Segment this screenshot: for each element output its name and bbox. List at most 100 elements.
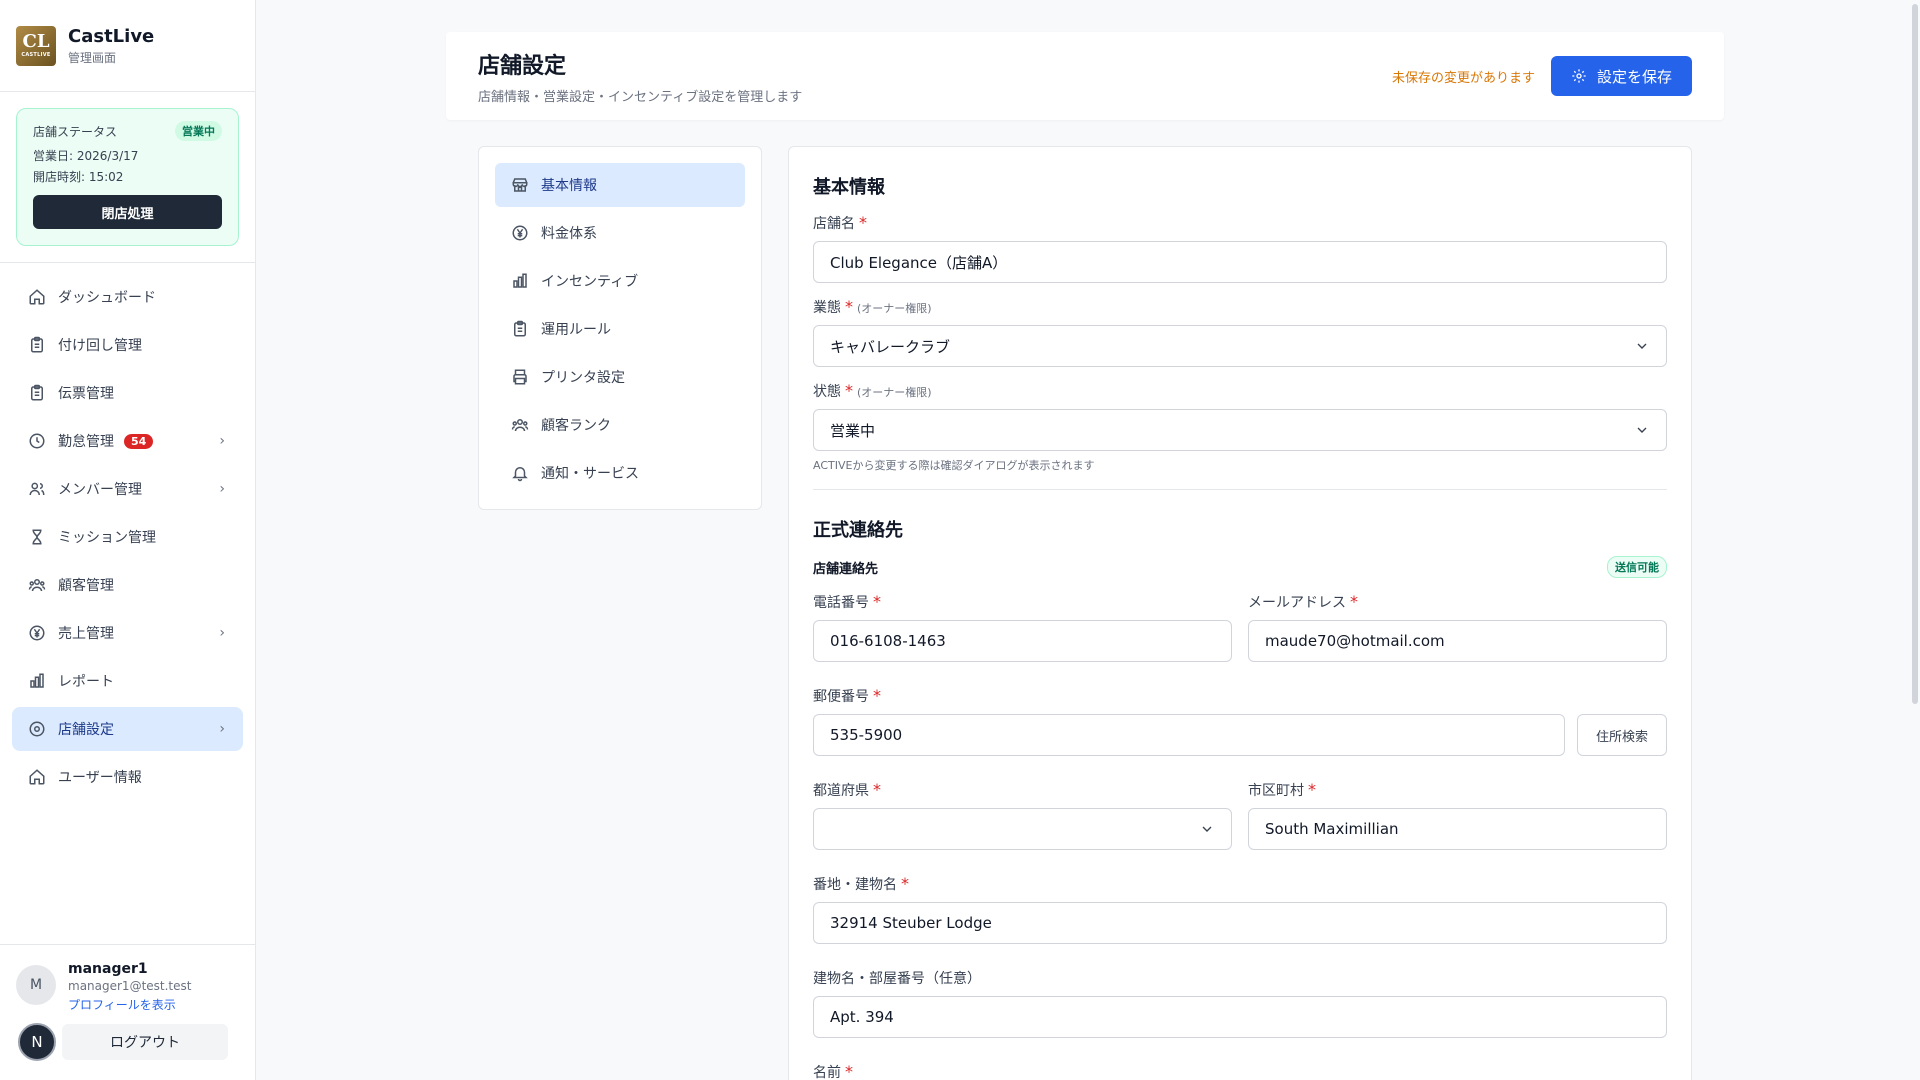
required-mark: * [873, 592, 881, 611]
prefecture-select[interactable] [813, 808, 1232, 850]
city-input[interactable]: South Maximillian [1248, 808, 1667, 850]
owner-permission-note: (オーナー権限) [857, 386, 932, 399]
settings-icon [28, 720, 46, 738]
required-mark: * [1308, 780, 1316, 799]
nav-item-store-settings[interactable]: 店舗設定 › [12, 707, 243, 751]
customers-icon [511, 416, 529, 434]
nav-item-attendance[interactable]: 勤怠管理 54 › [12, 419, 243, 463]
close-store-button[interactable]: 閉店処理 [33, 195, 222, 229]
zip-label: 郵便番号 [813, 689, 869, 705]
customers-icon [28, 576, 46, 594]
n-badge-icon[interactable]: N [18, 1023, 56, 1061]
required-mark: * [845, 1062, 853, 1080]
chevron-right-icon: › [219, 433, 225, 449]
save-settings-button[interactable]: 設定を保存 [1550, 56, 1692, 96]
brand-name: CastLive [68, 25, 155, 47]
store-status-card: 店舗ステータス 営業中 営業日: 2026/3/17 開店時刻: 15:02 閉… [16, 108, 239, 246]
chevron-down-icon [1637, 427, 1647, 433]
user-block: M manager1 manager1@test.test プロフィールを表示 … [0, 944, 255, 1080]
email-label: メールアドレス [1248, 595, 1346, 611]
required-mark: * [873, 780, 881, 799]
nav-item-user-info[interactable]: ユーザー情報 [12, 755, 243, 799]
chevron-down-icon [1202, 826, 1212, 832]
nav-item-sales[interactable]: 売上管理 › [12, 611, 243, 655]
business-type-label: 業態 [813, 300, 841, 316]
store-icon [511, 176, 529, 194]
state-select[interactable]: 営業中 [813, 409, 1667, 451]
open-time: 開店時刻: 15:02 [33, 170, 124, 184]
printer-icon [511, 368, 529, 386]
phone-input[interactable]: 016-6108-1463 [813, 620, 1232, 662]
page-subtitle: 店舗情報・営業設定・インセンティブ設定を管理します [478, 89, 803, 105]
logout-button[interactable]: ログアウト [62, 1024, 228, 1060]
attendance-count-badge: 54 [124, 433, 154, 449]
business-type-select[interactable]: キャバレークラブ [813, 325, 1667, 367]
clipboard-icon [511, 320, 529, 338]
nav-item-reports[interactable]: レポート [12, 659, 243, 703]
required-mark: * [859, 213, 867, 232]
clipboard-icon [28, 336, 46, 354]
bar-chart-icon [511, 272, 529, 290]
address-search-button[interactable]: 住所検索 [1577, 714, 1667, 756]
clipboard-icon [28, 384, 46, 402]
store-name-label: 店舗名 [813, 216, 855, 232]
avatar: M [16, 965, 56, 1005]
nav-item-missions[interactable]: ミッション管理 [12, 515, 243, 559]
owner-permission-note: (オーナー権限) [857, 302, 932, 315]
chevron-right-icon: › [219, 481, 225, 497]
phone-label: 電話番号 [813, 595, 869, 611]
section-title-contact: 正式連絡先 [813, 520, 903, 541]
required-mark: * [873, 686, 881, 705]
sidebar: CL CASTLIVE CastLive 管理画面 店舗ステータス 営業中 営業… [0, 0, 256, 1080]
users-icon [28, 480, 46, 498]
status-badge: 営業中 [175, 121, 222, 141]
required-mark: * [1350, 592, 1358, 611]
nav-item-slips[interactable]: 伝票管理 [12, 371, 243, 415]
hourglass-icon [28, 528, 46, 546]
main-nav: ダッシュボード 付け回し管理 伝票管理 勤怠管理 54 › メンバー管理 › ミ… [0, 263, 255, 815]
subnav-basic-info[interactable]: 基本情報 [495, 163, 745, 207]
clock-icon [28, 432, 46, 450]
subnav-printer[interactable]: プリンタ設定 [495, 355, 745, 399]
unsaved-changes-notice: 未保存の変更があります [1391, 70, 1535, 86]
brand-subtitle: 管理画面 [68, 50, 117, 65]
gear-icon [1572, 69, 1586, 83]
sendable-badge: 送信可能 [1607, 556, 1667, 578]
zip-input[interactable]: 535-5900 [813, 714, 1565, 756]
page-scrollbar[interactable] [1910, 0, 1920, 1080]
user-name: manager1 [68, 961, 148, 977]
subnav-incentive[interactable]: インセンティブ [495, 259, 745, 303]
brand-logo: CL CASTLIVE [16, 25, 56, 66]
bell-icon [511, 464, 529, 482]
nav-item-assignment[interactable]: 付け回し管理 [12, 323, 243, 367]
subnav-pricing[interactable]: 料金体系 [495, 211, 745, 255]
store-contact-title: 店舗連絡先 [813, 561, 879, 577]
scrollbar-thumb[interactable] [1912, 4, 1918, 704]
subnav-operation-rules[interactable]: 運用ルール [495, 307, 745, 351]
business-day: 営業日: 2026/3/17 [33, 149, 139, 163]
status-title: 店舗ステータス [33, 124, 118, 139]
yen-icon [511, 224, 529, 242]
subnav-notifications[interactable]: 通知・サービス [495, 451, 745, 495]
street-input[interactable]: 32914 Steuber Lodge [813, 902, 1667, 944]
subnav-customer-rank[interactable]: 顧客ランク [495, 403, 745, 447]
email-input[interactable]: maude70@hotmail.com [1248, 620, 1667, 662]
street-label: 番地・建物名 [813, 877, 897, 893]
store-name-input[interactable]: Club Elegance（店舗A） [813, 241, 1667, 283]
city-label: 市区町村 [1248, 783, 1304, 799]
view-profile-link[interactable]: プロフィールを表示 [68, 996, 191, 1013]
user-email: manager1@test.test [68, 979, 192, 993]
nav-item-dashboard[interactable]: ダッシュボード [12, 275, 243, 319]
nav-item-members[interactable]: メンバー管理 › [12, 467, 243, 511]
page-header: 店舗設定 店舗情報・営業設定・インセンティブ設定を管理します 未保存の変更があり… [446, 32, 1724, 120]
state-hint: ACTIVEから変更する際は確認ダイアログが表示されます [813, 459, 1095, 472]
nav-item-customers[interactable]: 顧客管理 [12, 563, 243, 607]
basic-info-form: 基本情報 店舗名 * Club Elegance（店舗A） 業態 * (オーナー権限)… [788, 146, 1692, 1080]
state-label: 状態 [813, 384, 841, 400]
yen-icon [28, 624, 46, 642]
required-mark: * [845, 297, 853, 316]
chevron-down-icon [1637, 343, 1647, 349]
building-input[interactable]: Apt. 394 [813, 996, 1667, 1038]
required-mark: * [901, 874, 909, 893]
brand: CL CASTLIVE CastLive 管理画面 [0, 0, 255, 92]
